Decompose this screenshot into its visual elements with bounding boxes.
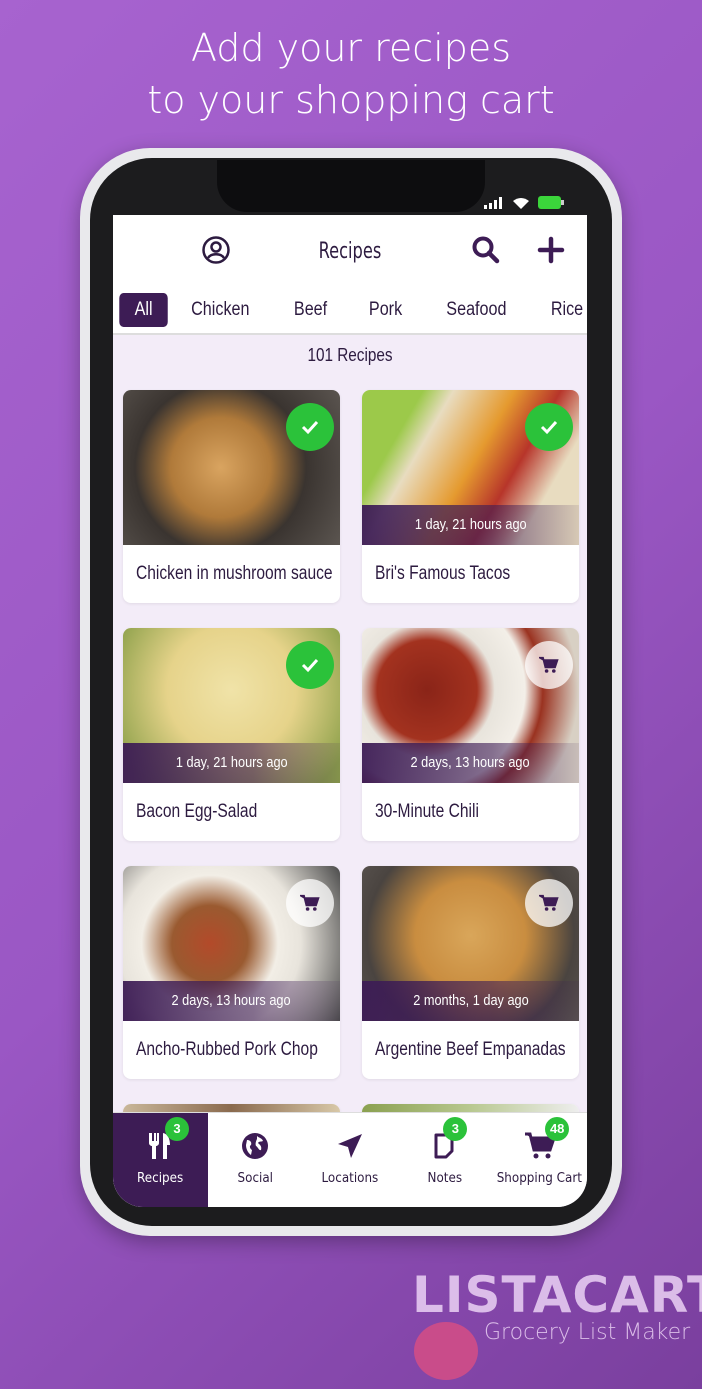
- recipe-title: 30-Minute Chili: [375, 801, 479, 822]
- recipe-image: 2 days, 13 hours ago: [362, 628, 579, 783]
- wifi-icon: [513, 197, 529, 209]
- globe-icon: [242, 1133, 269, 1159]
- recipe-image: 1 day, 21 hours ago: [123, 628, 340, 783]
- headline: Add your recipes to your shopping cart: [0, 22, 702, 126]
- recipe-image: [123, 390, 340, 545]
- add-to-cart-button[interactable]: [286, 879, 334, 927]
- recipe-image: 1 day, 21 hours ago: [362, 390, 579, 545]
- added-to-cart-badge[interactable]: [525, 403, 573, 451]
- recipe-card[interactable]: 2 days, 13 hours ago Ancho-Rubbed Pork Ch…: [123, 866, 340, 1079]
- notch: [217, 160, 485, 212]
- added-to-cart-badge[interactable]: [286, 403, 334, 451]
- recipe-card[interactable]: 1 day, 21 hours ago Bri's Famous Tacos: [362, 390, 579, 603]
- check-icon: [540, 420, 558, 435]
- cart-icon: [300, 894, 320, 911]
- check-icon: [301, 658, 319, 673]
- nav-recipes-badge: 3: [165, 1117, 189, 1141]
- brand-tagline: Grocery List Maker: [484, 1320, 691, 1345]
- recipe-image: 2 months, 1 day ago: [362, 866, 579, 1021]
- recipe-time-ago: 2 days, 13 hours ago: [123, 981, 340, 1021]
- nav-shopping-cart[interactable]: 48 Shopping Cart: [492, 1113, 587, 1207]
- tab-chicken[interactable]: Chicken: [173, 293, 269, 327]
- brand-logo: LISTACART: [412, 1266, 702, 1324]
- nav-locations[interactable]: Locations: [303, 1113, 398, 1207]
- nav-cart-badge: 48: [545, 1117, 570, 1141]
- app-bar: Recipes: [113, 215, 587, 287]
- status-bar: [484, 196, 564, 209]
- recipe-image: 2 days, 13 hours ago: [123, 866, 340, 1021]
- cart-icon: [539, 894, 559, 911]
- tab-seafood[interactable]: Seafood: [428, 293, 526, 327]
- recipe-time-ago: 2 days, 13 hours ago: [362, 743, 579, 783]
- app-screen: Recipes All Chicken Beef Pork Seafood Ri…: [113, 215, 587, 1207]
- tab-all[interactable]: All: [119, 293, 168, 327]
- recipe-title: Argentine Beef Empanadas: [375, 1039, 566, 1060]
- tab-pork[interactable]: Pork: [350, 293, 421, 327]
- signal-icon: [484, 196, 502, 209]
- phone-frame: Recipes All Chicken Beef Pork Seafood Ri…: [80, 148, 622, 1236]
- nav-recipes[interactable]: 3 Recipes: [113, 1113, 208, 1207]
- tomato-logo-icon: [414, 1322, 478, 1380]
- recipe-title: Ancho-Rubbed Pork Chop: [136, 1039, 318, 1060]
- nav-social[interactable]: Social: [208, 1113, 303, 1207]
- add-to-cart-button[interactable]: [525, 879, 573, 927]
- headline-line-2: to your shopping cart: [147, 78, 555, 122]
- tab-beef[interactable]: Beef: [275, 293, 346, 327]
- add-to-cart-button[interactable]: [525, 641, 573, 689]
- recipe-time-ago: 2 months, 1 day ago: [362, 981, 579, 1021]
- added-to-cart-badge[interactable]: [286, 641, 334, 689]
- bottom-nav: 3 Recipes Social Locations 3 Notes 48 Sh…: [113, 1112, 587, 1207]
- nav-notes-badge: 3: [443, 1117, 468, 1141]
- location-arrow-icon: [337, 1134, 362, 1158]
- tab-rice[interactable]: Rice: [532, 293, 587, 327]
- recipe-title: Chicken in mushroom sauce: [136, 563, 333, 584]
- search-icon[interactable]: [471, 235, 501, 265]
- nav-notes[interactable]: 3 Notes: [397, 1113, 492, 1207]
- recipe-time-ago: 1 day, 21 hours ago: [123, 743, 340, 783]
- cart-icon: [539, 656, 559, 673]
- check-icon: [301, 420, 319, 435]
- recipe-card[interactable]: 2 months, 1 day ago Argentine Beef Empana…: [362, 866, 579, 1079]
- category-tabs: All Chicken Beef Pork Seafood Rice P: [113, 287, 587, 335]
- plus-icon[interactable]: [537, 236, 565, 264]
- recipe-card[interactable]: 2 days, 13 hours ago 30-Minute Chili: [362, 628, 579, 841]
- recipe-title: Bri's Famous Tacos: [375, 563, 511, 584]
- recipe-card[interactable]: 1 day, 21 hours ago Bacon Egg-Salad: [123, 628, 340, 841]
- headline-line-1: Add your recipes: [190, 26, 512, 70]
- recipe-title: Bacon Egg-Salad: [136, 801, 258, 822]
- recipe-card[interactable]: Chicken in mushroom sauce: [123, 390, 340, 603]
- recipe-count: 101 Recipes: [307, 345, 393, 365]
- battery-icon: [538, 196, 564, 209]
- recipe-time-ago: 1 day, 21 hours ago: [362, 505, 579, 545]
